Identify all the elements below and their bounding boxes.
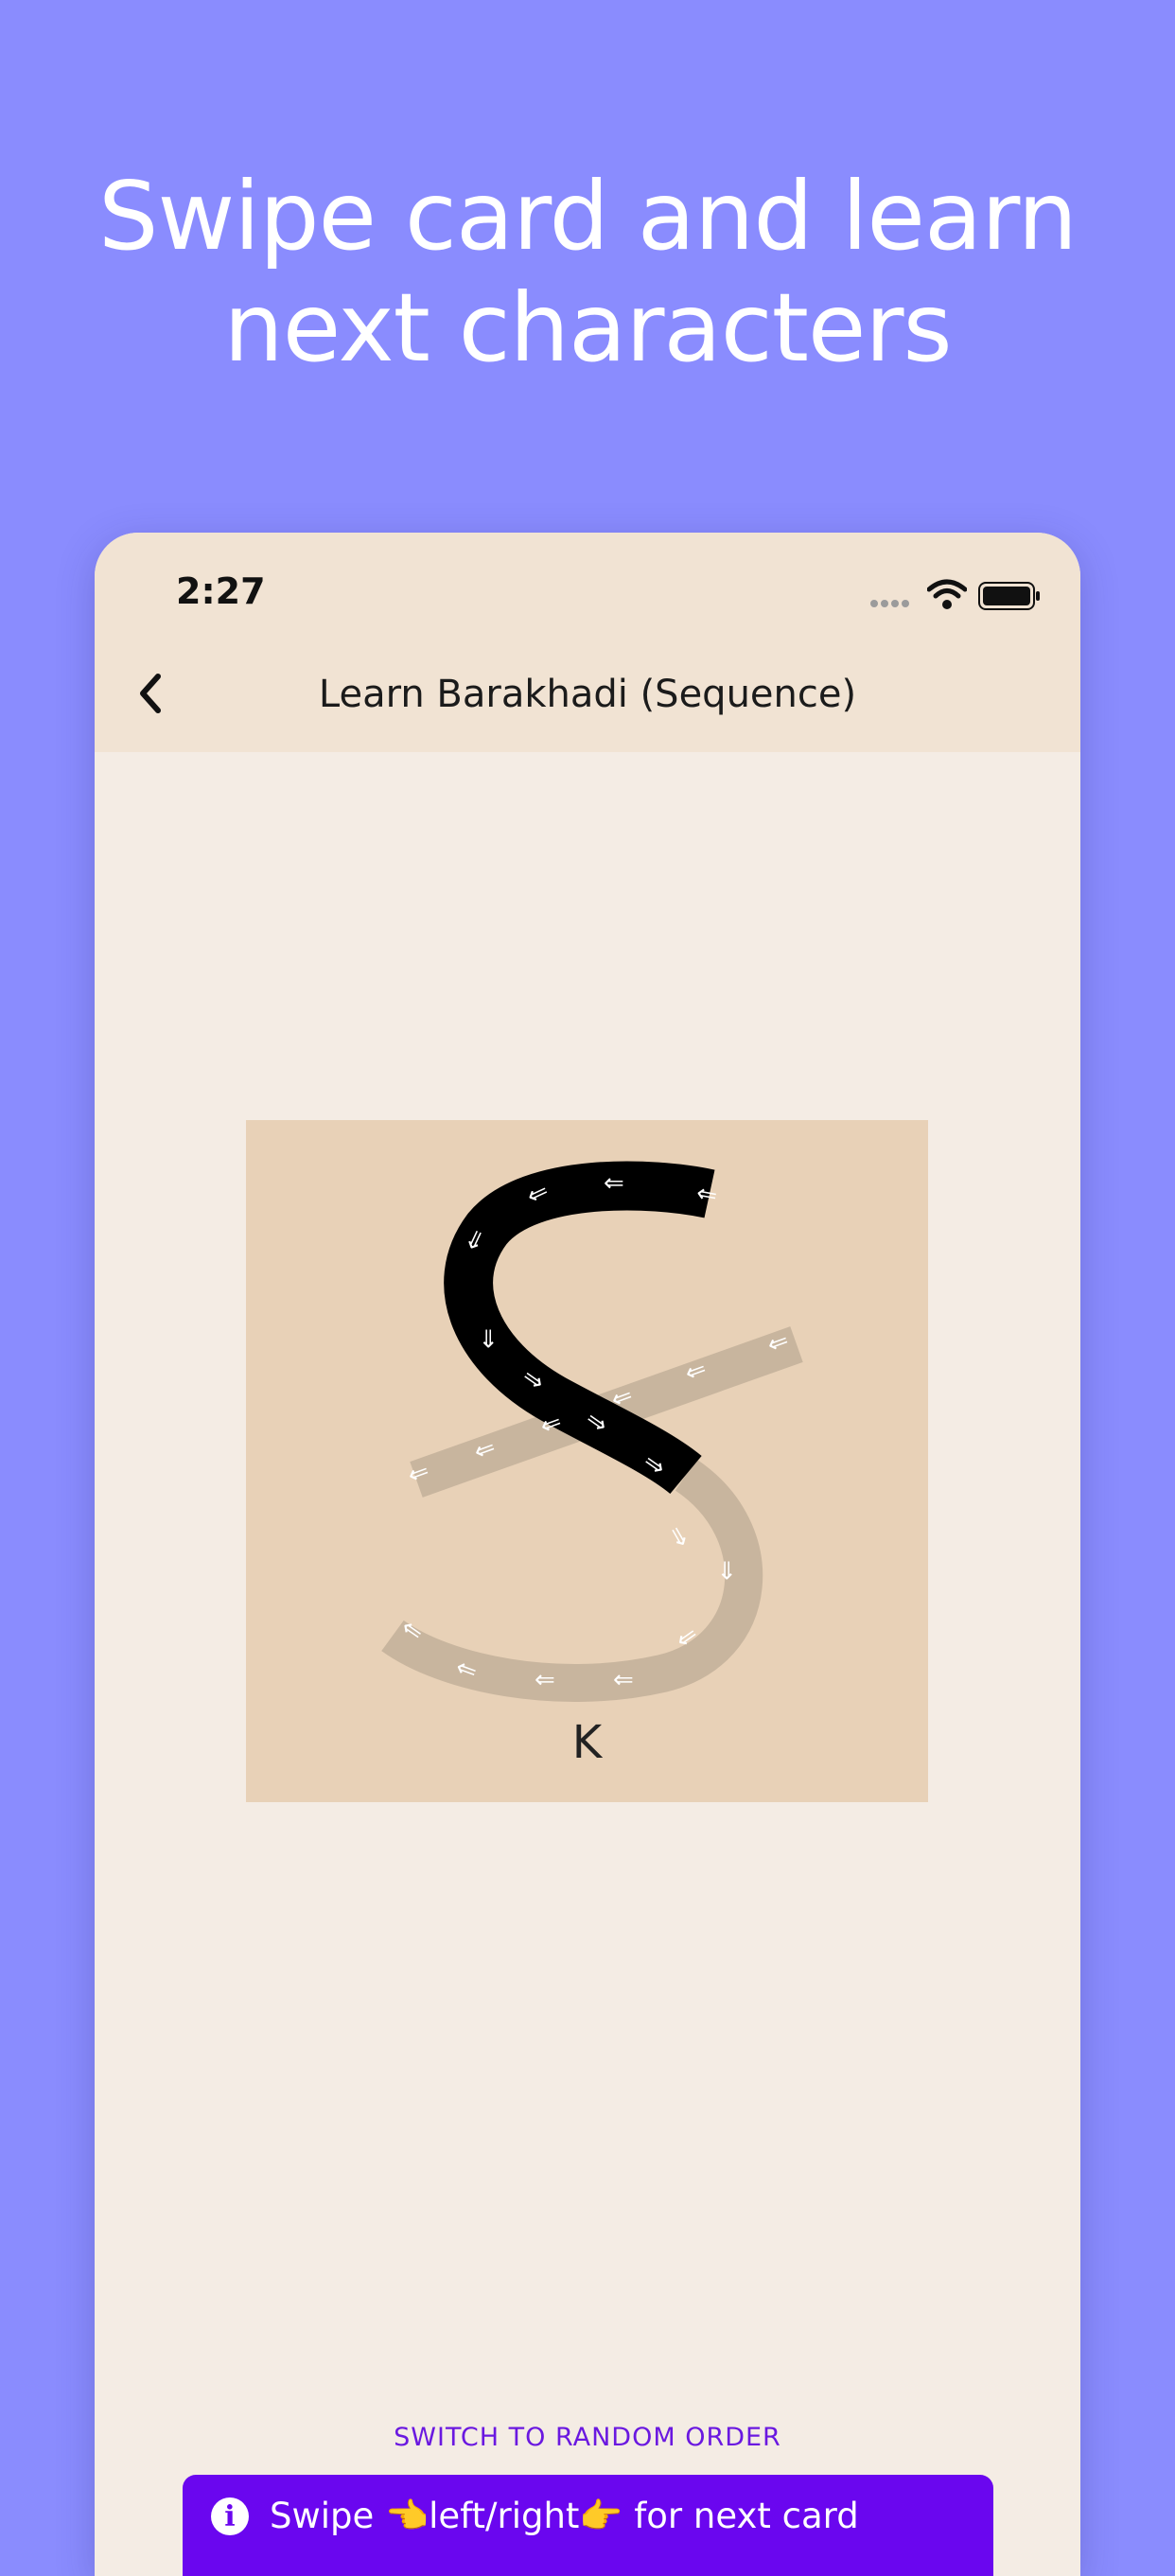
character-stroke-drawing: ⇐ ⇐ ⇐ ⇐ ⇒ ⇒ ⇒ ⇒ ⇒ ⇒ ⇐ ⇐ ⇐ ⇐ ⇐ ⇐ ⇐ ⇐ ⇐ ⇐ bbox=[381, 1161, 803, 1703]
arrow-9: ⇒ bbox=[661, 1521, 696, 1553]
card-label: K bbox=[571, 1716, 603, 1769]
arrow-12: ⇐ bbox=[613, 1666, 634, 1694]
arrow-5: ⇒ bbox=[474, 1328, 502, 1349]
signal-icon bbox=[870, 595, 912, 612]
headline-line-2: next characters bbox=[223, 272, 952, 383]
switch-order-button[interactable]: SWITCH TO RANDOM ORDER bbox=[95, 2423, 1080, 2452]
headline: Swipe card and learn next characters bbox=[0, 161, 1175, 384]
info-icon: i bbox=[211, 2497, 249, 2535]
swipe-hint-toast: i Swipe 👈left/right👉 for next card bbox=[183, 2475, 993, 2576]
wifi-icon bbox=[927, 579, 967, 609]
status-time: 2:27 bbox=[176, 570, 266, 612]
phone-screen: 2:27 Learn Barakhadi (Sequence) ⇐ ⇐ ⇐ ⇐ … bbox=[95, 533, 1080, 2576]
arrow-10: ⇒ bbox=[712, 1560, 741, 1581]
toast-message: Swipe 👈left/right👉 for next card bbox=[270, 2496, 859, 2536]
arrow-1: ⇐ bbox=[694, 1179, 720, 1210]
arrow-2: ⇐ bbox=[604, 1169, 624, 1198]
battery-icon bbox=[978, 582, 1040, 610]
page-title: Learn Barakhadi (Sequence) bbox=[318, 673, 857, 716]
arrow-13: ⇐ bbox=[535, 1666, 555, 1694]
status-icons bbox=[870, 574, 1041, 612]
character-card[interactable]: ⇐ ⇐ ⇐ ⇐ ⇒ ⇒ ⇒ ⇒ ⇒ ⇒ ⇐ ⇐ ⇐ ⇐ ⇐ ⇐ ⇐ ⇐ ⇐ ⇐ bbox=[246, 1120, 928, 1802]
headline-line-1: Swipe card and learn bbox=[98, 161, 1078, 272]
top-bar: 2:27 Learn Barakhadi (Sequence) bbox=[95, 533, 1080, 752]
